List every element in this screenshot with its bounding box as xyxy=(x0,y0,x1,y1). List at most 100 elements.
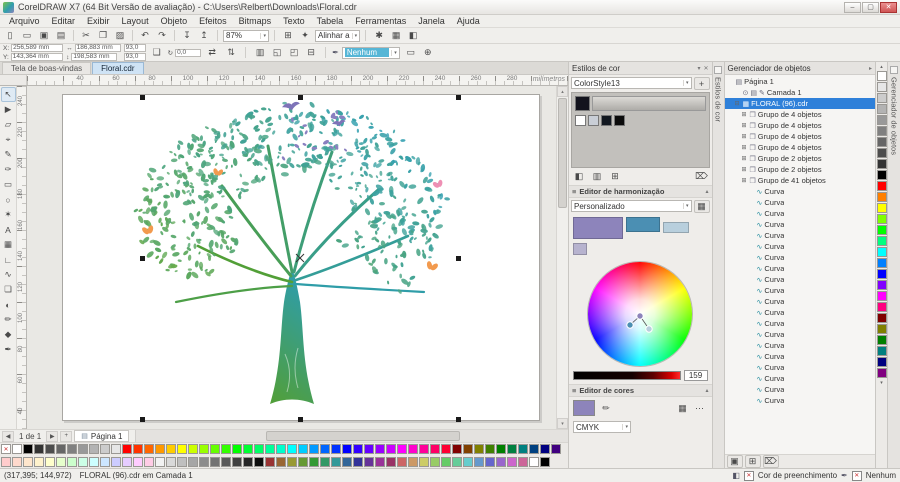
palette-swatch[interactable] xyxy=(375,444,385,454)
palette-swatch[interactable] xyxy=(67,444,77,454)
menu-item-bitmaps[interactable]: Bitmaps xyxy=(233,16,278,26)
page-tab[interactable]: ▤ Página 1 xyxy=(74,430,129,442)
palette-swatch[interactable] xyxy=(518,457,528,467)
palette-swatch[interactable] xyxy=(877,159,887,169)
palette-swatch[interactable] xyxy=(111,444,121,454)
palette-swatch[interactable] xyxy=(485,457,495,467)
om-curve-item[interactable]: ∿Curva xyxy=(725,208,875,219)
expander-icon[interactable]: ⊞ xyxy=(741,122,748,129)
slider-value-input[interactable]: 159 xyxy=(684,370,708,381)
menu-item-objeto[interactable]: Objeto xyxy=(155,16,194,26)
wrap-text-icon[interactable]: ▥ xyxy=(252,46,268,59)
ruler-origin-button[interactable] xyxy=(0,75,27,85)
chevron-down-icon[interactable]: ▾ xyxy=(683,203,689,209)
expander-icon[interactable]: ⊞ xyxy=(741,111,748,118)
palette-swatch[interactable] xyxy=(877,236,887,246)
palette-swatch[interactable] xyxy=(254,444,264,454)
scroll-up-icon[interactable]: ▴ xyxy=(557,86,568,97)
drawing-canvas[interactable] xyxy=(27,86,556,429)
expander-icon[interactable]: ⊞ xyxy=(741,166,748,173)
palette-swatch[interactable] xyxy=(331,444,341,454)
delete-layer-icon[interactable]: ⌦ xyxy=(763,455,779,468)
expander-icon[interactable]: ⊞ xyxy=(741,144,748,151)
palette-swatch[interactable] xyxy=(408,457,418,467)
palette-swatch[interactable] xyxy=(877,82,887,92)
tab-welcome-screen[interactable]: Tela de boas-vindas xyxy=(2,62,91,74)
palette-swatch[interactable] xyxy=(386,457,396,467)
om-group-item[interactable]: ⊞❒Grupo de 41 objetos xyxy=(725,175,875,186)
show-fullscreen-icon[interactable]: ⊞ xyxy=(280,29,296,42)
color-style-swatch[interactable] xyxy=(575,96,590,111)
palette-scroll-up-icon[interactable]: ▴ xyxy=(877,63,887,71)
menu-item-exibir[interactable]: Exibir xyxy=(81,16,116,26)
palette-swatch[interactable] xyxy=(133,444,143,454)
palette-swatch[interactable] xyxy=(122,457,132,467)
ellipse-tool[interactable]: ○ xyxy=(1,192,16,207)
palette-swatch[interactable] xyxy=(877,71,887,81)
scrollbar-thumb[interactable] xyxy=(558,98,567,208)
harmony-section-header[interactable]: ≡ Editor de harmonização ▴ xyxy=(569,185,712,198)
palette-swatch[interactable] xyxy=(199,457,209,467)
palette-swatch[interactable] xyxy=(309,444,319,454)
new-master-layer-icon[interactable]: ⊞ xyxy=(745,455,761,468)
palette-swatch[interactable] xyxy=(232,444,242,454)
height-input[interactable]: 198,583 mm xyxy=(71,53,117,61)
palette-swatch[interactable] xyxy=(877,291,887,301)
palette-swatch[interactable] xyxy=(452,444,462,454)
palette-swatch[interactable] xyxy=(877,192,887,202)
view-styles-icon[interactable]: ▥ xyxy=(589,170,605,183)
palette-swatch[interactable] xyxy=(419,444,429,454)
chevron-down-icon[interactable]: ▾ xyxy=(260,33,266,39)
palette-swatch[interactable] xyxy=(298,444,308,454)
chevron-down-icon[interactable]: ▾ xyxy=(697,65,700,72)
om-page-item[interactable]: ▤Página 1 xyxy=(725,76,875,87)
artistic-media-tool[interactable]: ✑ xyxy=(1,162,16,177)
menu-item-layout[interactable]: Layout xyxy=(116,16,155,26)
palette-swatch[interactable] xyxy=(331,457,341,467)
mirror-vertical-button[interactable]: ⇅ xyxy=(223,46,239,59)
palette-swatch[interactable] xyxy=(375,457,385,467)
chevron-down-icon[interactable]: ▾ xyxy=(622,424,628,430)
table-tool[interactable]: ▦ xyxy=(1,237,16,252)
palette-swatch[interactable] xyxy=(100,457,110,467)
new-color-style-button[interactable]: + xyxy=(694,77,710,90)
selection-handle[interactable] xyxy=(140,95,145,100)
om-curve-item[interactable]: ∿Curva xyxy=(725,351,875,362)
palette-swatch[interactable] xyxy=(144,457,154,467)
chevron-down-icon[interactable]: ▾ xyxy=(683,80,689,86)
x-position-input[interactable]: 256,589 mm xyxy=(11,44,63,52)
shape-tool[interactable]: ▶ xyxy=(1,102,16,117)
palette-swatch[interactable] xyxy=(430,444,440,454)
palette-swatch[interactable] xyxy=(232,457,242,467)
selection-handle[interactable] xyxy=(456,256,461,261)
selection-handle[interactable] xyxy=(140,417,145,422)
palette-swatch[interactable] xyxy=(877,302,887,312)
palette-swatch[interactable] xyxy=(12,444,22,454)
palette-swatch[interactable] xyxy=(243,457,253,467)
palette-swatch[interactable] xyxy=(430,457,440,467)
mirror-horizontal-button[interactable]: ⇄ xyxy=(204,46,220,59)
eyedropper-icon[interactable]: ✏ xyxy=(598,402,614,415)
convert-style-icon[interactable]: ⊞ xyxy=(607,170,623,183)
om-curve-item[interactable]: ∿Curva xyxy=(725,285,875,296)
palette-swatch[interactable] xyxy=(474,444,484,454)
palette-swatch[interactable] xyxy=(342,444,352,454)
palette-swatch[interactable] xyxy=(877,214,887,224)
palette-swatch[interactable] xyxy=(877,346,887,356)
palette-swatch[interactable] xyxy=(133,457,143,467)
harmony-folder-swatch[interactable] xyxy=(575,115,586,126)
om-curve-item[interactable]: ∿Curva xyxy=(725,186,875,197)
color-styles-tabstrip[interactable]: Estilos de cor xyxy=(713,62,725,468)
palette-swatch[interactable] xyxy=(177,444,187,454)
expander-icon[interactable]: ⊞ xyxy=(741,177,748,184)
cut-icon[interactable]: ✂ xyxy=(78,29,94,42)
menu-item-editar[interactable]: Editar xyxy=(46,16,82,26)
palette-swatch[interactable] xyxy=(877,170,887,180)
horizontal-scrollbar[interactable] xyxy=(135,430,568,442)
palette-swatch[interactable] xyxy=(177,457,187,467)
palette-swatch[interactable] xyxy=(45,457,55,467)
dimension-tool[interactable]: ∟ xyxy=(1,252,16,267)
palette-swatch[interactable] xyxy=(12,457,22,467)
add-page-button[interactable]: + xyxy=(60,431,72,442)
chevron-right-icon[interactable]: ▸ xyxy=(869,65,872,72)
